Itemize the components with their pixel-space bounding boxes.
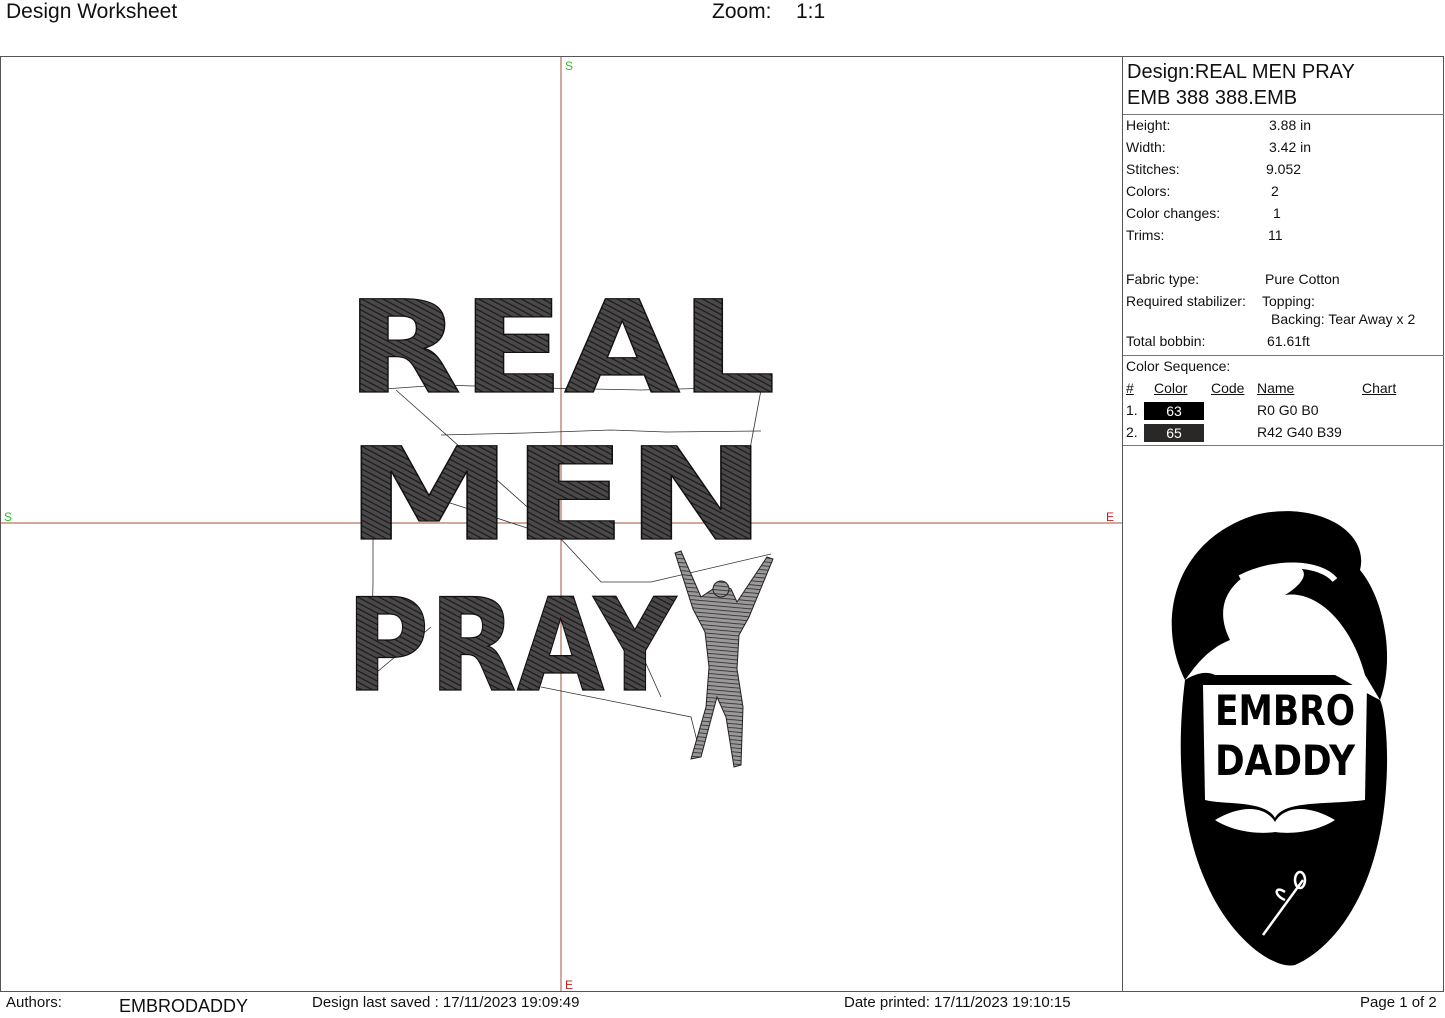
date-printed: Date printed: 17/11/2023 19:10:15 [844, 994, 1071, 1011]
spec-row: Colors: 2 [1123, 181, 1444, 203]
spec-value: 9.052 [1266, 161, 1302, 177]
page-title: Design Worksheet [6, 0, 178, 23]
page-number: Page 1 of 2 [1360, 994, 1437, 1011]
logo-line-1: EMBRO [1215, 686, 1355, 735]
footer: Authors: EMBRODADDY Design last saved : … [0, 992, 1445, 1018]
design-name: Design:REAL MEN PRAY [1127, 61, 1355, 83]
spec-row: Width: 3.42 in [1123, 137, 1444, 159]
color-swatch: 63 [1144, 402, 1204, 420]
logo-line-2: DADDY [1215, 736, 1355, 785]
axis-start-top: S [565, 59, 573, 73]
authors-label: Authors: [6, 994, 62, 1011]
spec-value: 3.88 in [1269, 117, 1312, 133]
axis-end-bottom: E [565, 978, 573, 991]
backing-value: Backing: Tear Away x 2 [1271, 311, 1416, 327]
spec-value: 11 [1268, 227, 1283, 243]
stabilizer-row: Required stabilizer: Topping: [1123, 291, 1444, 313]
stabilizer-label: Required stabilizer: [1126, 293, 1246, 309]
spec-label: Height: [1126, 117, 1171, 133]
praying-figure [674, 550, 774, 768]
fabric-value: Pure Cotton [1265, 271, 1340, 287]
seq-num: 1. [1126, 402, 1138, 418]
sequence-title: Color Sequence: [1126, 358, 1231, 374]
seq-head-name: Name [1257, 380, 1295, 396]
spec-value: 1 [1273, 205, 1281, 221]
fabric-label: Fabric type: [1126, 271, 1200, 287]
spec-label: Width: [1126, 139, 1166, 155]
bobbin-label: Total bobbin: [1126, 333, 1206, 349]
seq-head-chart: Chart [1362, 380, 1397, 396]
backing-row: Backing: Tear Away x 2 [1123, 311, 1444, 331]
spec-label: Stitches: [1126, 161, 1180, 177]
fabric-row: Fabric type: Pure Cotton [1123, 269, 1444, 291]
design-canvas: S S E E REAL MEN PRAY [1, 57, 1122, 991]
seq-head-code: Code [1211, 380, 1245, 396]
axis-start-left: S [4, 510, 12, 524]
embrodaddy-logo: EMBRO DADDY [1171, 511, 1388, 966]
spec-row: Trims: 11 [1123, 225, 1444, 247]
seq-name: R0 G0 B0 [1257, 402, 1319, 418]
sequence-row: 2. 65 R42 G40 B39 [1123, 422, 1444, 446]
seq-num: 2. [1126, 424, 1138, 440]
topping-value: Topping: [1262, 293, 1315, 309]
spec-row: Stitches: 9.052 [1123, 159, 1444, 181]
seq-head-num: # [1126, 380, 1134, 396]
design-file: EMB 388 388.EMB [1123, 85, 1444, 115]
sequence-header: # Color Code Name Chart [1123, 378, 1444, 400]
seq-name: R42 G40 B39 [1257, 424, 1342, 440]
spec-value: 3.42 in [1269, 139, 1312, 155]
last-saved: Design last saved : 17/11/2023 19:09:49 [312, 994, 580, 1011]
authors-value: EMBRODADDY [119, 996, 249, 1016]
zoom-value: 1:1 [796, 0, 826, 23]
sequence-title-row: Color Sequence: [1123, 356, 1444, 378]
axis-end-right: E [1106, 510, 1114, 524]
design-line-2: MEN [346, 421, 766, 570]
info-panel: Design:REAL MEN PRAY EMB 388 388.EMB Hei… [1123, 57, 1444, 446]
spec-row: Color changes: 1 [1123, 203, 1444, 225]
spec-value: 2 [1271, 183, 1279, 199]
spec-label: Color changes: [1126, 205, 1221, 221]
design-line-1: REAL [346, 274, 776, 423]
color-swatch: 65 [1144, 424, 1204, 442]
bobbin-value: 61.61ft [1267, 333, 1310, 349]
seq-head-color: Color [1154, 380, 1188, 396]
spec-label: Colors: [1126, 183, 1171, 199]
hair-icon [1171, 511, 1388, 700]
bobbin-row: Total bobbin: 61.61ft [1123, 331, 1444, 356]
sequence-row: 1. 63 R0 G0 B0 [1123, 400, 1444, 422]
spec-label: Trims: [1126, 227, 1165, 243]
design-line-3: PRAY [346, 572, 677, 721]
spec-row: Height: 3.88 in [1123, 115, 1444, 137]
zoom-label: Zoom: [712, 0, 772, 23]
